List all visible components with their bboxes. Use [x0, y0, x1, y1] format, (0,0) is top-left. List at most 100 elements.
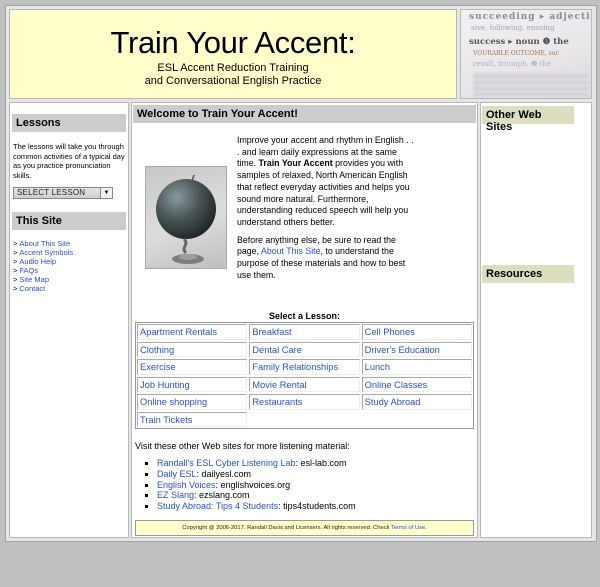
globe-icon — [156, 174, 216, 264]
other-site-item: Study Abroad: Tips 4 Students: tips4stud… — [157, 501, 356, 512]
bullet-icon: > — [13, 257, 18, 266]
site-link-item: > Accent Symbols — [13, 248, 125, 257]
lesson-cell: Driver's Education — [361, 341, 472, 357]
bullet-icon: > — [13, 248, 18, 257]
intro-text: Improve your accent and rhythm in Englis… — [237, 135, 415, 287]
copyright-text: Copyright @ 2006-2017. Randall Davis and… — [182, 525, 391, 531]
site-link-faqs[interactable]: FAQs — [19, 266, 38, 275]
image-word: result, triumph. ❷ the — [473, 60, 552, 68]
lesson-link[interactable]: Driver's Education — [365, 345, 440, 355]
lesson-link[interactable]: Lunch — [365, 362, 390, 372]
select-lesson-title: Select a Lesson: — [268, 311, 341, 321]
footer-period: . — [425, 525, 427, 531]
lesson-link[interactable]: Online shopping — [140, 397, 207, 407]
image-word: succeeding ▸ adjective — [469, 12, 592, 22]
other-sites-list: Randall's ESL Cyber Listening Lab: esl-l… — [135, 458, 356, 512]
blurred-text — [473, 72, 588, 98]
site-link-about[interactable]: About This Site — [19, 239, 70, 248]
lesson-cell: Restaurants — [249, 394, 360, 410]
other-site-item: Randall's ESL Cyber Listening Lab: esl-l… — [157, 458, 356, 469]
dropdown-arrow-icon[interactable]: ▼ — [100, 188, 112, 198]
intro-paragraph-1: Improve your accent and rhythm in Englis… — [237, 135, 415, 229]
lesson-link[interactable]: Family Relationships — [252, 362, 338, 372]
other-site-link[interactable]: Daily ESL — [157, 469, 197, 479]
lessons-description: The lessons will take you through common… — [13, 142, 125, 180]
lesson-cell: Online shopping — [137, 394, 248, 410]
other-web-sites-heading: Other Web Sites — [482, 106, 574, 133]
other-site-link[interactable]: EZ Slang — [157, 490, 194, 500]
globe-image — [145, 166, 227, 269]
lesson-cell: Family Relationships — [249, 359, 360, 375]
site-title: Train Your Accent: — [110, 25, 356, 60]
lesson-link[interactable]: Movie Rental — [252, 380, 306, 390]
other-site-item: English Voices: englishvoices.org — [157, 480, 356, 491]
lesson-link[interactable]: Exercise — [140, 362, 176, 372]
main-content: Welcome to Train Your Accent! Improve yo… — [131, 102, 478, 538]
site-link-item: > FAQs — [13, 266, 125, 275]
select-lesson-value: SELECT LESSON — [17, 188, 86, 197]
site-link-item: > Contact — [13, 284, 125, 293]
image-word: sive, following, ensuing — [471, 24, 555, 32]
bullet-icon: > — [13, 284, 18, 293]
other-site-domain: : dailyesl.com — [196, 468, 252, 479]
about-this-site-link[interactable]: About This Site — [261, 246, 321, 256]
other-site-domain: : esl-lab.com — [295, 458, 347, 468]
left-sidebar: Lessons The lessons will take you throug… — [9, 102, 129, 538]
resources-heading: Resources — [482, 265, 574, 283]
site-link-item: > Audio Help — [13, 257, 125, 266]
lesson-link[interactable]: Job Hunting — [140, 380, 190, 390]
lesson-cell: Study Abroad — [361, 394, 472, 410]
other-site-item: Daily ESL: dailyesl.com — [157, 469, 356, 480]
lesson-cell: Movie Rental — [249, 376, 360, 392]
lesson-link[interactable]: Cell Phones — [365, 327, 415, 337]
lesson-cell: Job Hunting — [137, 376, 248, 392]
other-site-domain: : englishvoices.org — [215, 479, 291, 490]
lesson-cell: Exercise — [137, 359, 248, 375]
other-site-link[interactable]: Randall's ESL Cyber Listening Lab — [157, 458, 295, 468]
other-site-domain: : tips4students.com — [278, 501, 356, 512]
visit-text: Visit these other Web sites for more lis… — [135, 441, 350, 451]
lesson-link[interactable]: Apartment Rentals — [140, 327, 217, 337]
site-links-list: > About This Site > Accent Symbols > Audio … — [10, 239, 128, 293]
site-link-item: > Site Map — [13, 275, 125, 284]
this-site-heading: This Site — [12, 212, 126, 230]
welcome-heading: Welcome to Train Your Accent! — [133, 105, 476, 123]
site-link-accent-symbols[interactable]: Accent Symbols — [19, 248, 73, 257]
image-word: VOURABLE OUTCOME, suc — [473, 50, 559, 57]
terms-of-use-link[interactable]: Terms of Use — [391, 525, 425, 531]
lessons-heading: Lessons — [12, 114, 126, 132]
other-site-link[interactable]: Study Abroad: Tips 4 Students — [157, 501, 278, 511]
other-site-domain: : ezslang.com — [194, 490, 250, 501]
lesson-grid: Apartment Rentals Breakfast Cell Phones Clo… — [135, 322, 474, 429]
bullet-icon: > — [13, 266, 18, 275]
lesson-cell: Apartment Rentals — [137, 324, 248, 340]
other-site-link[interactable]: English Voices — [157, 480, 216, 490]
lesson-cell: Online Classes — [361, 376, 472, 392]
subtitle-line-1: ESL Accent Reduction Training — [157, 62, 309, 74]
other-site-item: EZ Slang: ezslang.com — [157, 490, 356, 501]
site-link-audio-help[interactable]: Audio Help — [19, 257, 56, 266]
other-sites-section: Visit these other Web sites for more lis… — [135, 441, 356, 512]
copyright-footer: Copyright @ 2006-2017. Randall Davis and… — [135, 520, 474, 536]
site-link-item: > About This Site — [13, 239, 125, 248]
lesson-link[interactable]: Clothing — [140, 345, 174, 355]
bullet-icon: > — [13, 239, 18, 248]
subtitle-line-2: and Conversational English Practice — [144, 75, 322, 87]
image-word: success ▸ noun ❶ the — [469, 37, 569, 47]
site-link-contact[interactable]: Contact — [19, 284, 45, 293]
lesson-link[interactable]: Study Abroad — [365, 397, 421, 407]
lesson-link[interactable]: Restaurants — [252, 397, 302, 407]
lesson-link[interactable]: Dental Care — [252, 345, 302, 355]
lesson-link[interactable]: Breakfast — [252, 327, 291, 337]
site-subtitle: ESL Accent Reduction Training and Conver… — [10, 62, 456, 88]
site-link-site-map[interactable]: Site Map — [19, 275, 49, 284]
select-lesson-dropdown[interactable]: SELECT LESSON ▼ — [13, 187, 113, 199]
lesson-cell: Lunch — [361, 359, 472, 375]
lesson-cell: Breakfast — [249, 324, 360, 340]
lesson-cell: Train Tickets — [137, 411, 248, 427]
lesson-link[interactable]: Train Tickets — [140, 415, 192, 425]
lesson-cell: Dental Care — [249, 341, 360, 357]
bullet-icon: > — [13, 275, 18, 284]
lesson-link[interactable]: Online Classes — [365, 380, 428, 390]
lesson-cell: Cell Phones — [361, 324, 472, 340]
